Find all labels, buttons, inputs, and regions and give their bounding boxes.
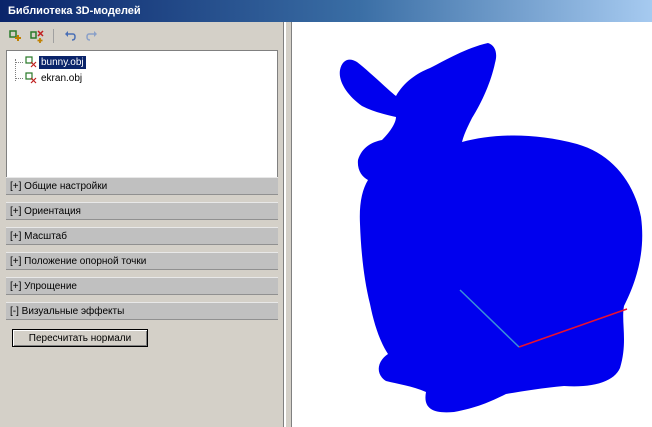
vertical-splitter[interactable] xyxy=(285,22,292,427)
library-panel: bunny.obj ekran.obj [+] Общие настройки … xyxy=(0,22,284,427)
tree-item-label: ekran.obj xyxy=(41,72,83,84)
undo-button[interactable] xyxy=(61,27,79,45)
panel-pivot-position[interactable]: [+] Положение опорной точки xyxy=(6,252,278,270)
panel-visual-effects[interactable]: [-] Визуальные эффекты xyxy=(6,302,278,320)
model-file-icon xyxy=(25,72,37,84)
undo-icon xyxy=(65,31,76,41)
panel-orientation[interactable]: [+] Ориентация xyxy=(6,202,278,220)
viewport-canvas xyxy=(339,43,643,413)
add-model-icon xyxy=(9,30,21,41)
tree-item-label: bunny.obj xyxy=(39,55,86,69)
visual-effects-body: Пересчитать нормали xyxy=(6,321,278,365)
window-title: Библиотека 3D-моделей xyxy=(0,0,652,22)
add-folder-button[interactable] xyxy=(28,27,46,45)
model-file-icon xyxy=(25,56,37,68)
tree-item-ekran[interactable]: ekran.obj xyxy=(15,71,84,85)
add-folder-icon xyxy=(30,30,44,43)
redo-icon xyxy=(86,31,97,41)
panel-scale[interactable]: [+] Масштаб xyxy=(6,227,278,245)
recalculate-normals-button[interactable]: Пересчитать нормали xyxy=(12,329,148,347)
panel-simplification[interactable]: [+] Упрощение xyxy=(6,277,278,295)
tree-branch-line xyxy=(15,61,23,63)
toolbar xyxy=(6,26,101,46)
add-model-button[interactable] xyxy=(6,27,24,45)
panel-general-settings[interactable]: [+] Общие настройки xyxy=(6,177,278,195)
tree-branch-line xyxy=(15,77,23,79)
tree-item-bunny[interactable]: bunny.obj xyxy=(15,55,86,69)
toolbar-separator xyxy=(53,29,54,43)
redo-button[interactable] xyxy=(83,27,101,45)
model-tree: bunny.obj ekran.obj xyxy=(6,50,278,182)
bunny-model xyxy=(339,43,643,413)
3d-viewport[interactable] xyxy=(292,22,652,427)
